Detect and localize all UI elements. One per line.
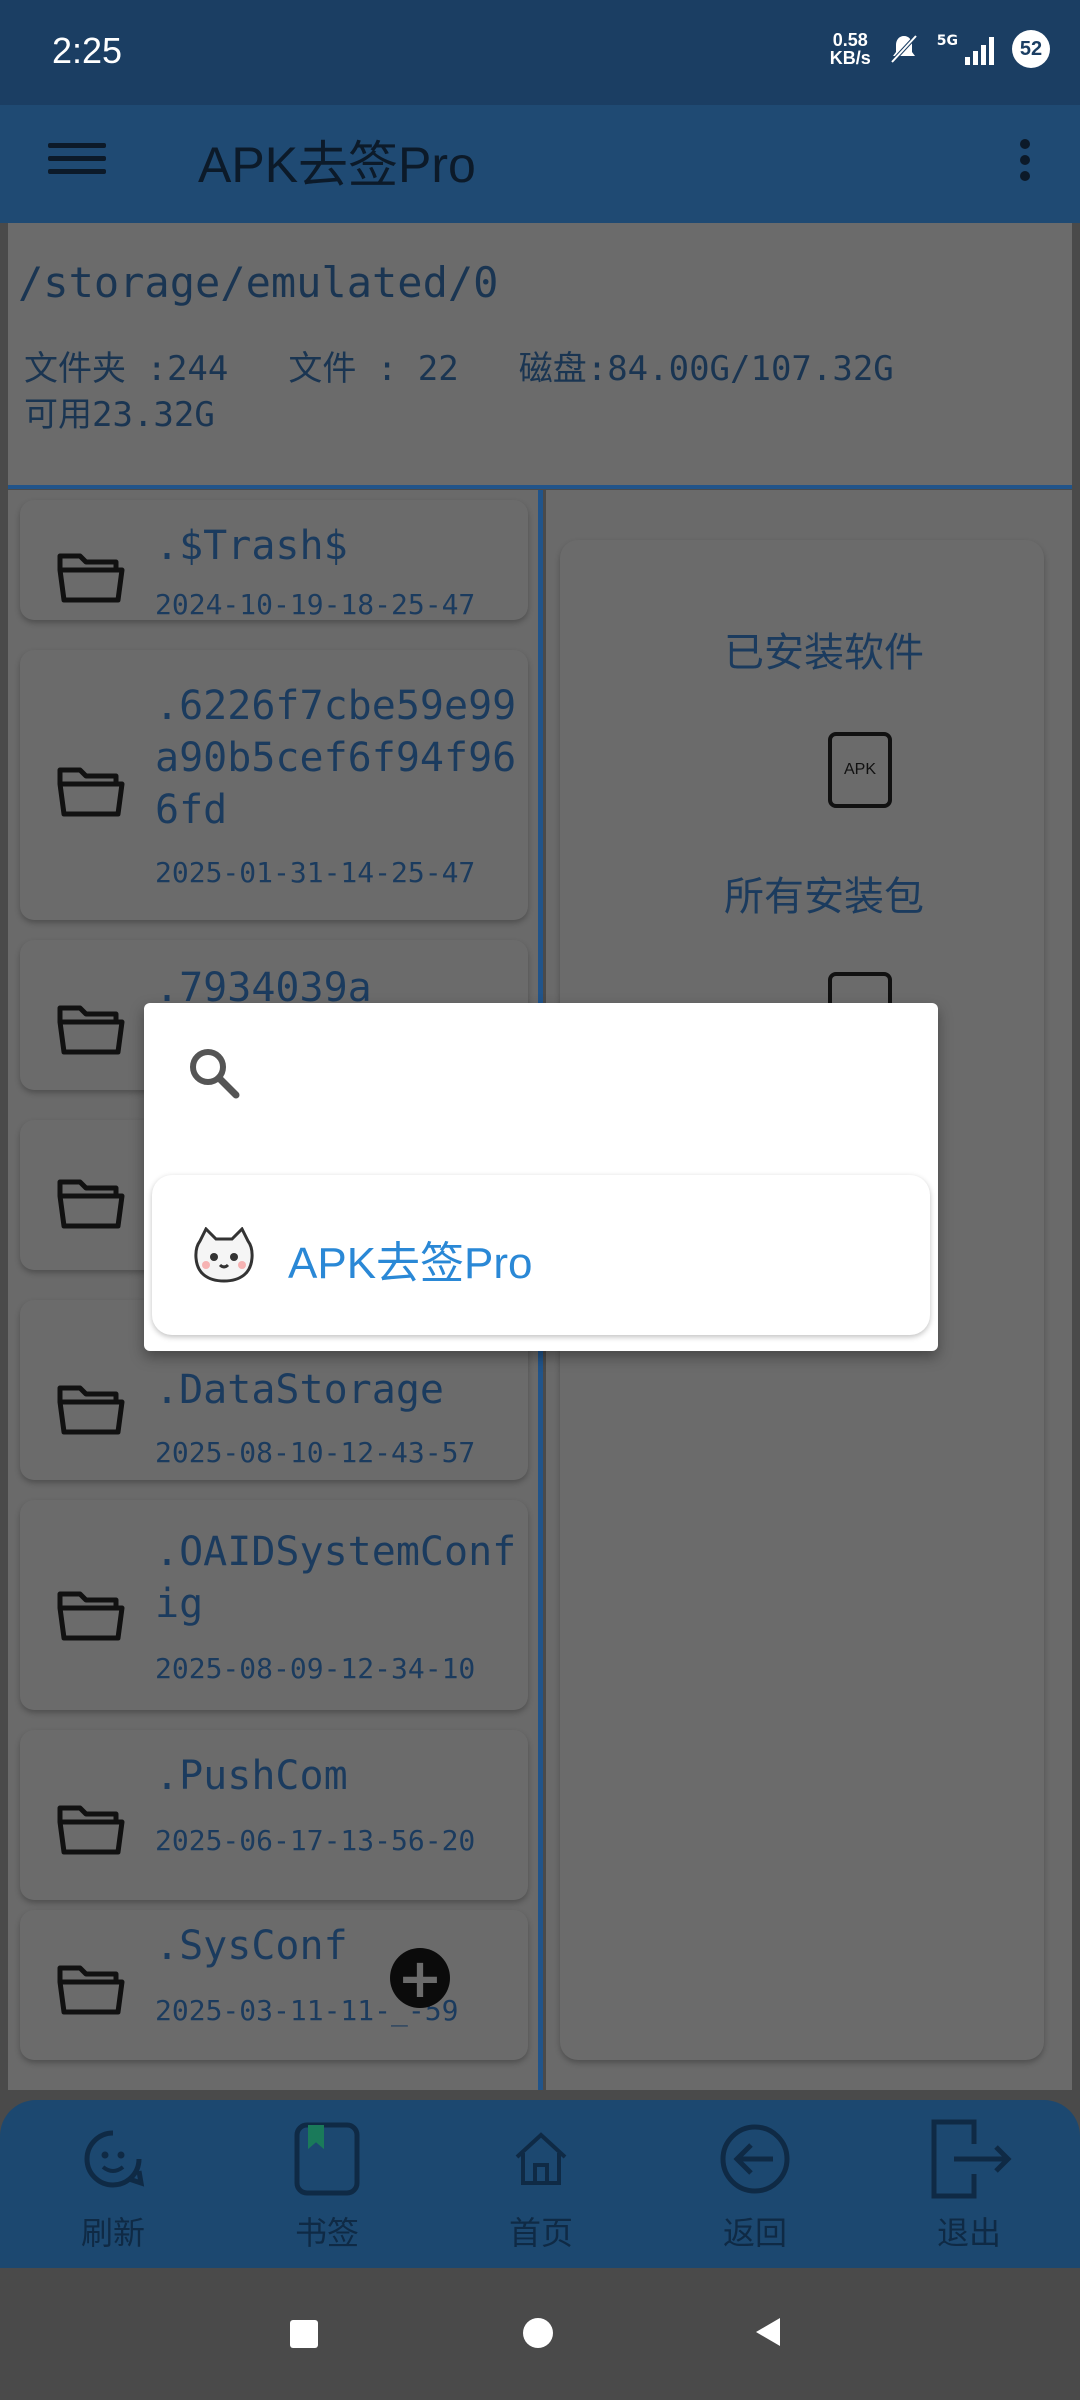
app-title: APK去签Pro [198,137,476,193]
bell-off-icon [890,34,918,64]
nav-back[interactable]: 返回 [690,2114,820,2254]
nav-bookmark[interactable]: 书签 [262,2114,392,2254]
list-item[interactable]: .SysConf 2025-03-11-11-_-59 [20,1910,528,2060]
file-date: 2025-01-31-14-25-47 [155,856,476,889]
system-nav-bar [0,2268,1080,2400]
status-time: 2:25 [52,30,123,71]
menu-icon[interactable] [48,135,106,191]
home-icon [515,2132,567,2185]
bookmark-icon [294,2122,360,2196]
folder-icon [57,1385,125,1435]
more-options-icon[interactable] [1020,133,1032,187]
file-name: .6226f7cbe59e99a90b5cef6f94f966fd [155,683,517,833]
network-speed: 0.58 KB/s [829,30,871,68]
folder-icon [57,1965,125,2015]
result-label: APK去签Pro [288,1239,533,1288]
status-icons: 0.58 KB/s 5G 52 [830,30,1050,68]
file-name: .DataStorage [155,1367,444,1413]
apk-file-icon[interactable]: APK [828,732,892,808]
bottom-nav: 刷新 书签 首页 返回 退出 [0,2100,1080,2268]
search-popup: APK去签Pro [144,1003,938,1351]
file-name: .$Trash$ [155,523,348,569]
folder-icon [57,1591,125,1641]
file-date: 2025-06-17-13-56-20 [155,1824,476,1857]
cat-logo-icon [194,1227,254,1283]
folder-icon [57,1005,125,1055]
list-item[interactable]: .$Trash$ 2024-10-19-18-25-47 [20,500,528,621]
nav-exit[interactable]: 退出 [904,2114,1034,2254]
back-arrow-icon [720,2124,790,2194]
nav-home[interactable]: 首页 [476,2114,606,2254]
available-space: 可用23.32G [24,395,215,435]
battery-badge: 52 [1012,30,1050,68]
app-bar: APK去签Pro [0,105,1080,223]
file-date: 2025-08-10-12-43-57 [155,1436,476,1469]
folder-icon [57,1179,125,1229]
file-name: .OAIDSystemConfig [155,1529,517,1627]
list-item[interactable]: .PushCom 2025-06-17-13-56-20 [20,1730,528,1900]
current-path: /storage/emulated/0 [18,258,499,307]
home-system-button[interactable] [523,2318,553,2348]
file-name: .PushCom [155,1753,348,1799]
file-date: 2024-10-19-18-25-47 [155,588,476,621]
list-item[interactable]: .6226f7cbe59e99a90b5cef6f94f966fd 2025-0… [20,650,528,920]
all-packages-button[interactable]: 所有安装包 [724,864,924,922]
folder-icon [57,1805,125,1855]
status-bar: 2:25 0.58 KB/s 5G 52 [0,0,1080,105]
signal-icon: 5G [937,33,994,65]
search-icon[interactable] [184,1043,244,1103]
disk-usage: 磁盘:84.00G/107.32G [518,349,894,389]
search-result-item[interactable]: APK去签Pro [152,1175,930,1335]
nav-refresh[interactable]: 刷新 [48,2114,178,2254]
exit-icon [931,2119,1012,2199]
add-button[interactable]: + [390,1947,450,2010]
folder-count: 文件夹 :244 [24,349,229,389]
file-count: 文件 : 22 [288,349,459,389]
folder-icon [57,553,125,603]
file-name: .SysConf [155,1923,348,1969]
recent-apps-button[interactable] [290,2320,318,2348]
back-system-button[interactable] [756,2318,780,2346]
installed-apps-button[interactable]: 已安装软件 [724,620,924,678]
file-date: 2025-08-09-12-34-10 [155,1652,476,1685]
storage-stats: 文件夹 :244 文件 : 22 磁盘:84.00G/107.32G 可用23.32… [24,346,1064,438]
list-item[interactable]: .OAIDSystemConfig 2025-08-09-12-34-10 [20,1500,528,1710]
folder-icon [57,767,125,817]
refresh-face-icon [84,2130,145,2188]
